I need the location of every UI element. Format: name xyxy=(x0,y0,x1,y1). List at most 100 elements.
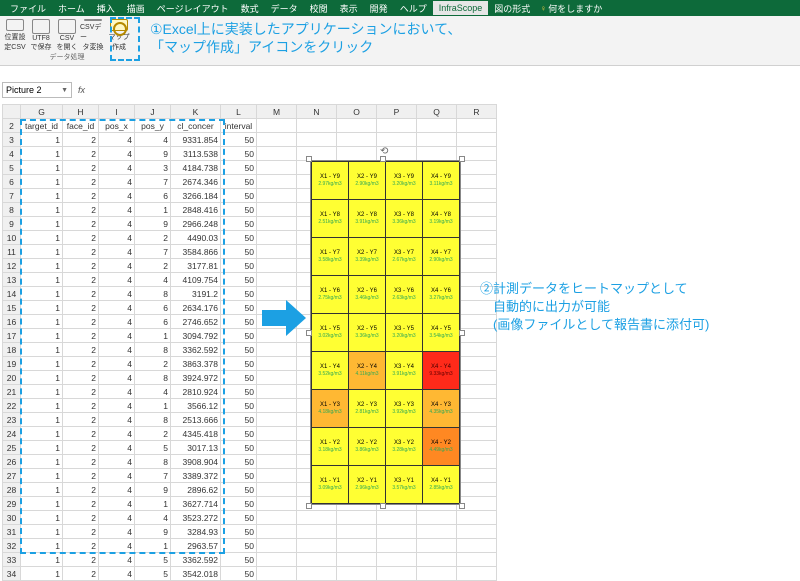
cell[interactable]: 50 xyxy=(221,315,257,329)
col-header[interactable] xyxy=(3,105,21,119)
cell[interactable]: 1 xyxy=(21,511,63,525)
cell[interactable]: 4109.754 xyxy=(171,273,221,287)
cell[interactable]: 5 xyxy=(135,441,171,455)
cell[interactable]: 4 xyxy=(99,343,135,357)
cell[interactable]: 1 xyxy=(135,497,171,511)
cell[interactable]: 2 xyxy=(63,511,99,525)
cell[interactable] xyxy=(257,189,297,203)
tab-ファイル[interactable]: ファイル xyxy=(4,0,52,17)
cell[interactable]: 6 xyxy=(135,301,171,315)
cell[interactable]: 2 xyxy=(63,385,99,399)
row-header[interactable]: 33 xyxy=(3,553,21,567)
cell[interactable]: 50 xyxy=(221,385,257,399)
cell[interactable]: 8 xyxy=(135,287,171,301)
cell[interactable]: 50 xyxy=(221,133,257,147)
cell[interactable]: 1 xyxy=(21,217,63,231)
cell[interactable]: 1 xyxy=(21,245,63,259)
row-header[interactable]: 9 xyxy=(3,217,21,231)
tab-校閲[interactable]: 校閲 xyxy=(304,0,334,17)
fx-icon[interactable]: fx xyxy=(78,85,85,95)
cell[interactable] xyxy=(257,245,297,259)
cell[interactable]: 2 xyxy=(63,399,99,413)
cell[interactable]: 9 xyxy=(135,483,171,497)
cell[interactable] xyxy=(457,413,497,427)
cell[interactable] xyxy=(337,539,377,553)
cell[interactable]: 4184.738 xyxy=(171,161,221,175)
cell[interactable]: face_id xyxy=(63,119,99,133)
cell[interactable]: 4 xyxy=(99,371,135,385)
cell[interactable]: 4 xyxy=(99,217,135,231)
cell[interactable]: 2 xyxy=(63,245,99,259)
cell[interactable]: 4 xyxy=(99,399,135,413)
col-header[interactable]: G xyxy=(21,105,63,119)
cell[interactable]: 5 xyxy=(135,567,171,581)
cell[interactable]: 2674.346 xyxy=(171,175,221,189)
cell[interactable]: 4 xyxy=(99,273,135,287)
cell[interactable]: 4 xyxy=(99,231,135,245)
cell[interactable]: 4 xyxy=(99,483,135,497)
cell[interactable]: 9 xyxy=(135,525,171,539)
cell[interactable]: 4 xyxy=(99,175,135,189)
cell[interactable]: 5 xyxy=(135,553,171,567)
cell[interactable] xyxy=(337,567,377,581)
tell-me[interactable]: ♀何をしますか xyxy=(540,2,602,15)
row-header[interactable]: 16 xyxy=(3,315,21,329)
row-header[interactable]: 25 xyxy=(3,441,21,455)
tab-図の形式[interactable]: 図の形式 xyxy=(488,0,536,17)
btn-utf8-save[interactable]: UTF8で保存 xyxy=(28,18,54,52)
cell[interactable]: 2963.57 xyxy=(171,539,221,553)
cell[interactable]: 1 xyxy=(21,399,63,413)
row-header[interactable]: 6 xyxy=(3,175,21,189)
cell[interactable] xyxy=(417,553,457,567)
name-box[interactable]: Picture 2▼ xyxy=(2,82,72,98)
cell[interactable]: 4 xyxy=(99,567,135,581)
btn-csv-open[interactable]: CSVを開く xyxy=(54,18,80,52)
cell[interactable]: 50 xyxy=(221,301,257,315)
cell[interactable]: target_id xyxy=(21,119,63,133)
cell[interactable] xyxy=(457,539,497,553)
row-header[interactable]: 5 xyxy=(3,161,21,175)
col-header[interactable]: H xyxy=(63,105,99,119)
cell[interactable] xyxy=(257,357,297,371)
cell[interactable] xyxy=(457,511,497,525)
row-header[interactable]: 19 xyxy=(3,357,21,371)
cell[interactable] xyxy=(457,553,497,567)
cell[interactable]: 50 xyxy=(221,539,257,553)
cell[interactable] xyxy=(257,343,297,357)
cell[interactable]: 2634.176 xyxy=(171,301,221,315)
cell[interactable]: 50 xyxy=(221,525,257,539)
cell[interactable]: 2 xyxy=(135,427,171,441)
cell[interactable]: 2 xyxy=(63,343,99,357)
cell[interactable]: 50 xyxy=(221,371,257,385)
row-header[interactable]: 13 xyxy=(3,273,21,287)
cell[interactable]: 2513.666 xyxy=(171,413,221,427)
cell[interactable]: 50 xyxy=(221,399,257,413)
cell[interactable] xyxy=(337,147,377,161)
chevron-down-icon[interactable]: ▼ xyxy=(61,87,68,94)
cell[interactable]: 1 xyxy=(21,469,63,483)
cell[interactable]: 1 xyxy=(21,133,63,147)
cell[interactable]: 3113.538 xyxy=(171,147,221,161)
cell[interactable]: 1 xyxy=(21,357,63,371)
cell[interactable]: 2 xyxy=(135,259,171,273)
cell[interactable] xyxy=(457,161,497,175)
cell[interactable]: 4 xyxy=(99,259,135,273)
cell[interactable]: 2 xyxy=(63,161,99,175)
row-header[interactable]: 3 xyxy=(3,133,21,147)
row-header[interactable]: 21 xyxy=(3,385,21,399)
cell[interactable]: 2 xyxy=(63,259,99,273)
cell[interactable]: 3094.792 xyxy=(171,329,221,343)
cell[interactable]: 3908.904 xyxy=(171,455,221,469)
cell[interactable] xyxy=(457,217,497,231)
cell[interactable]: 4 xyxy=(99,455,135,469)
cell[interactable]: 3924.972 xyxy=(171,371,221,385)
cell[interactable]: 2 xyxy=(63,525,99,539)
tab-開発[interactable]: 開発 xyxy=(364,0,394,17)
cell[interactable]: 3362.592 xyxy=(171,553,221,567)
cell[interactable]: 4 xyxy=(99,301,135,315)
cell[interactable] xyxy=(257,427,297,441)
cell[interactable]: 1 xyxy=(21,329,63,343)
cell[interactable]: 3584.866 xyxy=(171,245,221,259)
cell[interactable]: 2 xyxy=(63,133,99,147)
cell[interactable] xyxy=(297,539,337,553)
